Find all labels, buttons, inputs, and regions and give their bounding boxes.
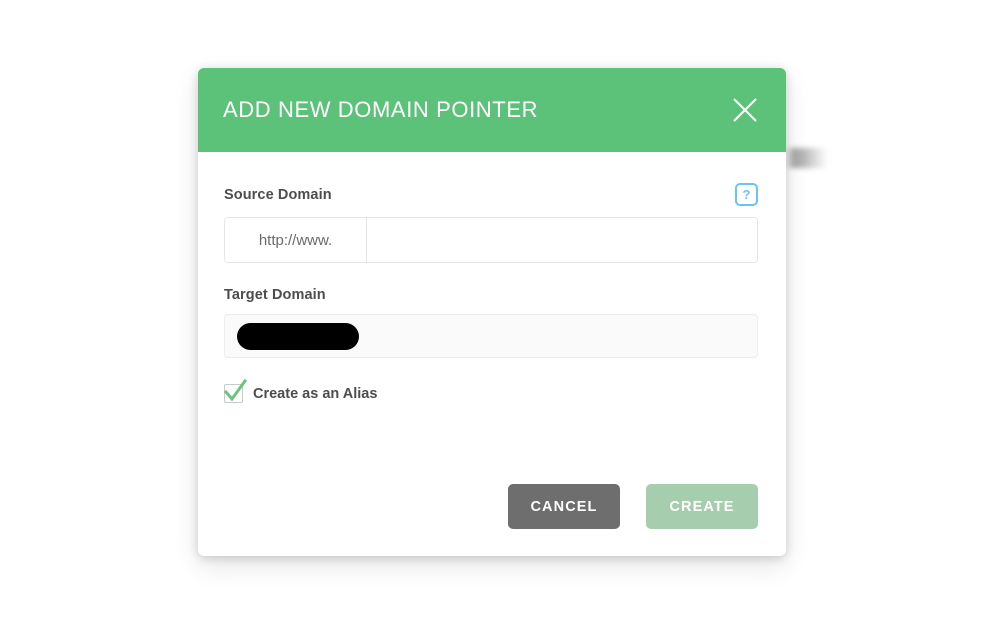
source-domain-input[interactable] [367, 218, 757, 262]
dialog-footer: CANCEL CREATE [198, 484, 786, 556]
target-domain-input[interactable] [224, 314, 758, 358]
dialog-body: Source Domain ? http://www. Target Domai… [198, 152, 786, 484]
target-domain-label-row: Target Domain [224, 287, 758, 303]
source-domain-prefix: http://www. [225, 218, 367, 262]
source-domain-label-row: Source Domain ? [224, 183, 758, 206]
create-button[interactable]: CREATE [646, 484, 758, 529]
help-icon[interactable]: ? [735, 183, 758, 206]
redaction-bar [237, 322, 359, 350]
create-as-alias-row: Create as an Alias [223, 378, 758, 403]
dialog-header: ADD NEW DOMAIN POINTER [198, 68, 786, 152]
create-as-alias-label[interactable]: Create as an Alias [253, 386, 377, 402]
create-as-alias-checkbox[interactable] [223, 378, 248, 403]
source-domain-input-group: http://www. [224, 217, 758, 263]
add-domain-pointer-dialog: ADD NEW DOMAIN POINTER Source Domain ? h… [198, 68, 786, 556]
cancel-button[interactable]: CANCEL [508, 484, 620, 529]
dialog-title: ADD NEW DOMAIN POINTER [223, 97, 539, 122]
close-icon[interactable] [728, 93, 762, 127]
source-domain-label: Source Domain [224, 186, 332, 203]
target-domain-label: Target Domain [224, 287, 326, 303]
background-blurred-artifact [786, 148, 828, 168]
